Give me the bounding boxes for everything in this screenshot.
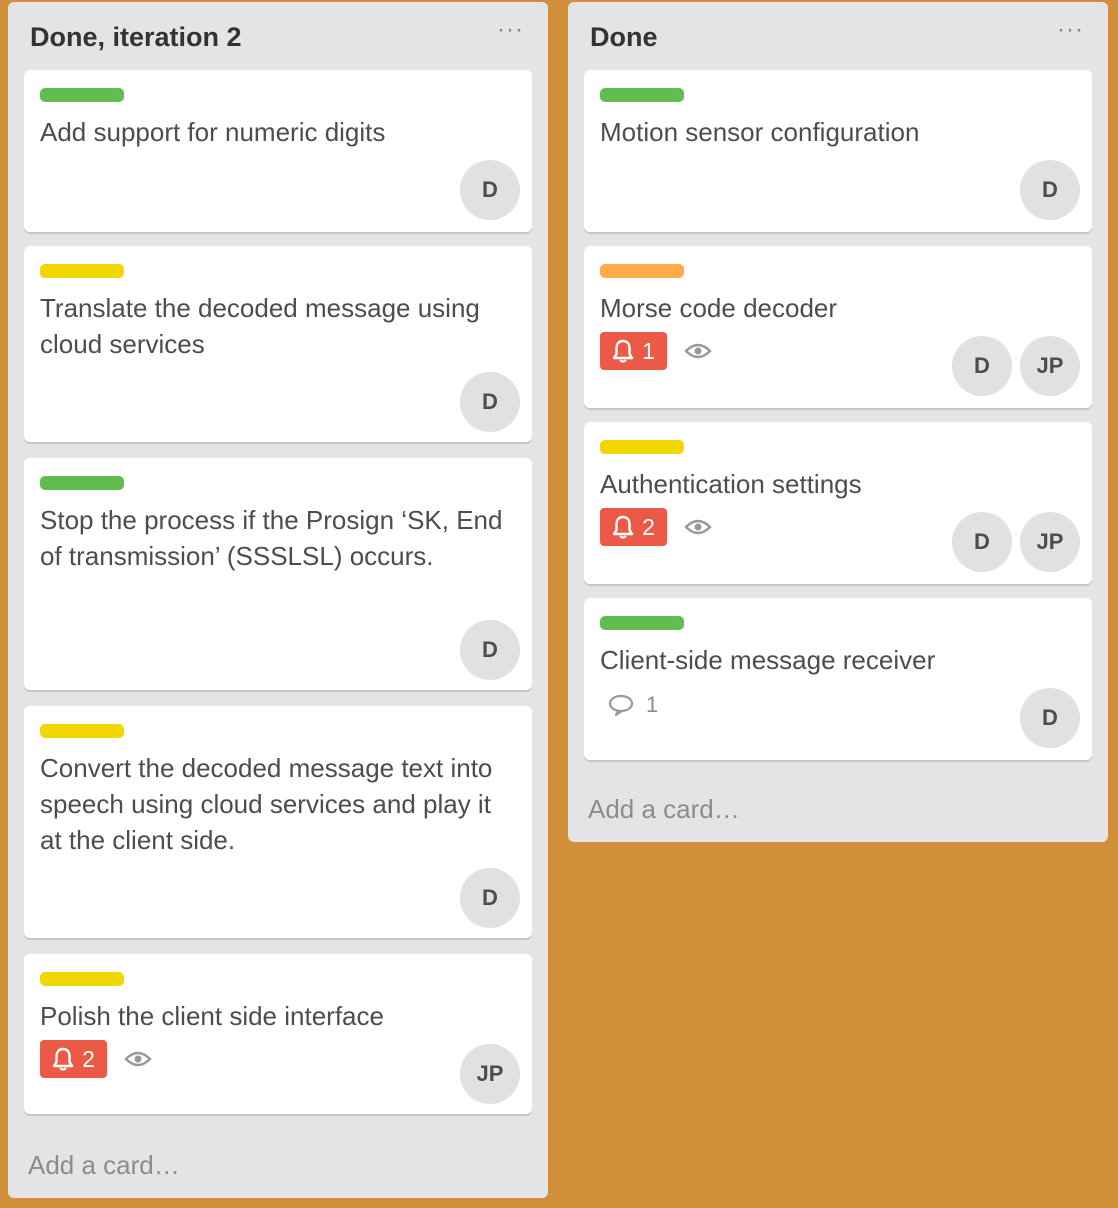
- due-date-badge[interactable]: 1: [600, 332, 667, 370]
- list-menu-icon[interactable]: ···: [1057, 18, 1084, 42]
- due-date-badge[interactable]: 2: [600, 508, 667, 546]
- due-badge-count: 1: [642, 337, 655, 364]
- list-header[interactable]: Done, iteration 2 ···: [8, 2, 548, 66]
- card-label-yellow[interactable]: [40, 264, 124, 278]
- due-badge-count: 2: [82, 1045, 95, 1072]
- list-header[interactable]: Done ···: [568, 2, 1108, 66]
- card[interactable]: Client-side message receiver 1 D: [584, 598, 1092, 760]
- card-title: Client-side message receiver: [600, 645, 936, 675]
- member-avatar[interactable]: D: [460, 372, 520, 432]
- member-avatar[interactable]: D: [460, 868, 520, 928]
- card[interactable]: Convert the decoded message text into sp…: [24, 706, 532, 938]
- due-badge-count: 2: [642, 513, 655, 540]
- card[interactable]: Translate the decoded message using clou…: [24, 246, 532, 442]
- card[interactable]: Morse code decoder 1 D JP: [584, 246, 1092, 408]
- card[interactable]: Stop the process if the Prosign ‘SK, End…: [24, 458, 532, 690]
- list-done-iteration-2: Done, iteration 2 ··· Add support for nu…: [8, 2, 548, 1198]
- card[interactable]: Motion sensor configuration D: [584, 70, 1092, 232]
- list-menu-icon[interactable]: ···: [497, 18, 524, 42]
- card[interactable]: Add support for numeric digits D: [24, 70, 532, 232]
- card-label-yellow[interactable]: [40, 724, 124, 738]
- eye-icon: [684, 519, 712, 535]
- board: Done, iteration 2 ··· Add support for nu…: [0, 0, 1118, 1208]
- card[interactable]: Authentication settings 2 D JP: [584, 422, 1092, 584]
- comment-icon: [608, 694, 634, 716]
- comments-count: 1: [646, 692, 659, 717]
- member-avatar[interactable]: JP: [1020, 336, 1080, 396]
- member-avatar[interactable]: D: [460, 160, 520, 220]
- card-title: Polish the client side interface: [40, 1001, 384, 1031]
- member-avatar[interactable]: D: [952, 512, 1012, 572]
- card-title: Add support for numeric digits: [40, 117, 386, 147]
- card-title: Authentication settings: [600, 469, 862, 499]
- card-title: Motion sensor configuration: [600, 117, 920, 147]
- list-done: Done ··· Motion sensor configuration D M…: [568, 2, 1108, 842]
- bell-icon: [612, 339, 634, 363]
- due-date-badge[interactable]: 2: [40, 1040, 107, 1078]
- member-avatar[interactable]: D: [1020, 160, 1080, 220]
- add-card-button[interactable]: Add a card…: [28, 1150, 180, 1181]
- card[interactable]: Polish the client side interface 2 JP: [24, 954, 532, 1114]
- comments-badge: 1: [608, 690, 658, 720]
- card-label-green[interactable]: [600, 616, 684, 630]
- member-avatar[interactable]: D: [1020, 688, 1080, 748]
- add-card-button[interactable]: Add a card…: [588, 794, 740, 825]
- list-title[interactable]: Done, iteration 2: [30, 22, 242, 53]
- member-avatar[interactable]: JP: [1020, 512, 1080, 572]
- card-title: Translate the decoded message using clou…: [40, 293, 480, 359]
- eye-icon: [684, 343, 712, 359]
- member-avatar[interactable]: D: [460, 620, 520, 680]
- card-label-yellow[interactable]: [600, 440, 684, 454]
- eye-icon: [124, 1051, 152, 1067]
- card-label-green[interactable]: [40, 88, 124, 102]
- bell-icon: [612, 515, 634, 539]
- card-label-orange[interactable]: [600, 264, 684, 278]
- card-title: Morse code decoder: [600, 293, 838, 323]
- card-label-green[interactable]: [40, 476, 124, 490]
- card-title: Convert the decoded message text into sp…: [40, 753, 493, 855]
- member-avatar[interactable]: JP: [460, 1044, 520, 1104]
- member-avatar[interactable]: D: [952, 336, 1012, 396]
- list-title[interactable]: Done: [590, 22, 658, 53]
- card-title: Stop the process if the Prosign ‘SK, End…: [40, 505, 503, 571]
- card-label-yellow[interactable]: [40, 972, 124, 986]
- card-label-green[interactable]: [600, 88, 684, 102]
- bell-icon: [52, 1047, 74, 1071]
